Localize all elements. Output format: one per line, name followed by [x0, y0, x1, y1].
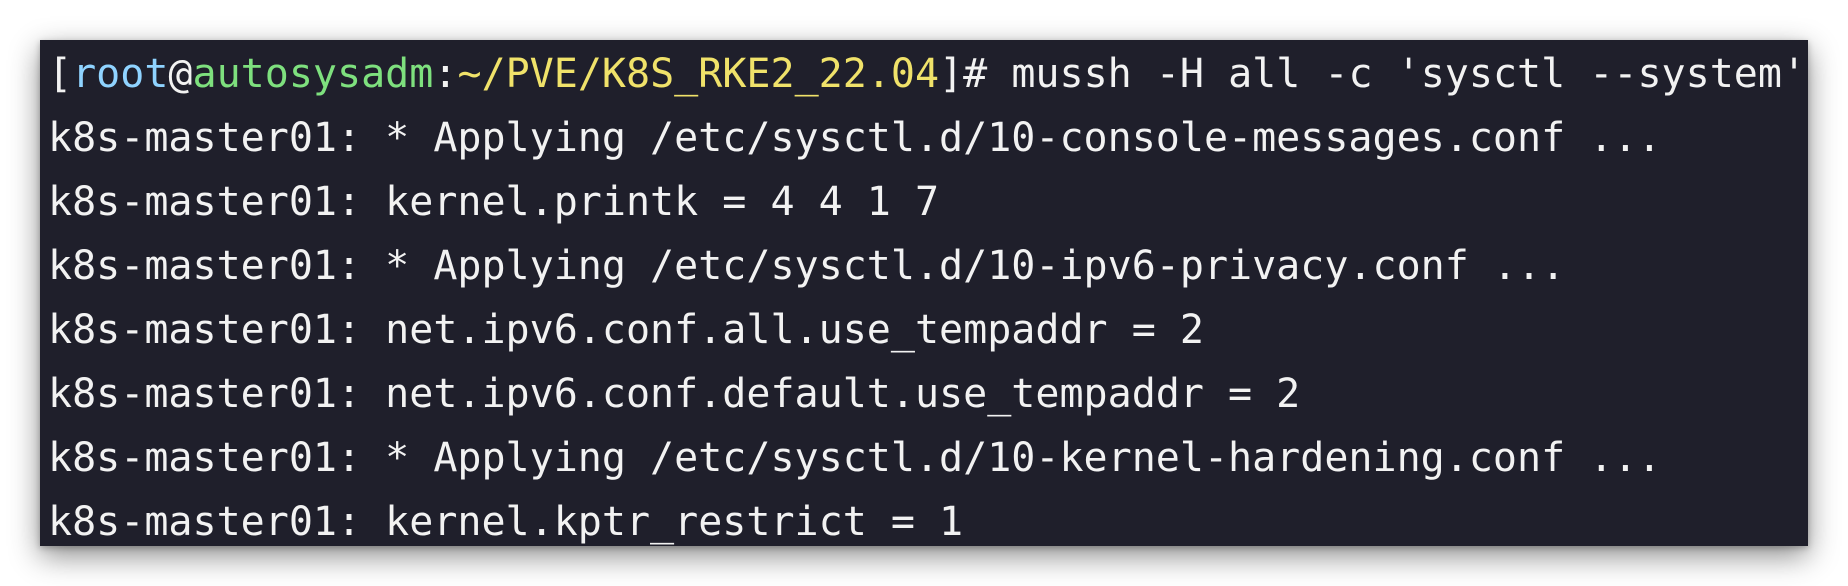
output-line: k8s-master01: * Applying /etc/sysctl.d/1… [48, 115, 1662, 161]
terminal-output: [root@autosysadm:~/PVE/K8S_RKE2_22.04]# … [48, 42, 1806, 546]
output-line: k8s-master01: kernel.kptr_restrict = 1 [48, 499, 964, 545]
output-line: k8s-master01: kernel.printk = 4 4 1 7 [48, 179, 940, 225]
prompt-user: root [72, 51, 169, 97]
prompt-path: ~/PVE/K8S_RKE2_22.04 [457, 51, 940, 97]
command-text: mussh -H all -c 'sysctl --system' [1011, 51, 1807, 97]
prompt-at: @ [168, 51, 193, 97]
output-line: k8s-master01: * Applying /etc/sysctl.d/1… [48, 435, 1662, 481]
output-line: k8s-master01: net.ipv6.conf.all.use_temp… [48, 307, 1204, 353]
prompt-symbol: ]# [939, 51, 1012, 97]
prompt-colon: : [433, 51, 458, 97]
prompt-host: autosysadm [192, 51, 434, 97]
terminal-window[interactable]: [root@autosysadm:~/PVE/K8S_RKE2_22.04]# … [40, 40, 1808, 546]
output-line: k8s-master01: * Applying /etc/sysctl.d/1… [48, 243, 1566, 289]
output-line: k8s-master01: net.ipv6.conf.default.use_… [48, 371, 1301, 417]
prompt-line: [root@autosysadm:~/PVE/K8S_RKE2_22.04]# … [48, 42, 1806, 106]
prompt-open-bracket: [ [48, 51, 73, 97]
